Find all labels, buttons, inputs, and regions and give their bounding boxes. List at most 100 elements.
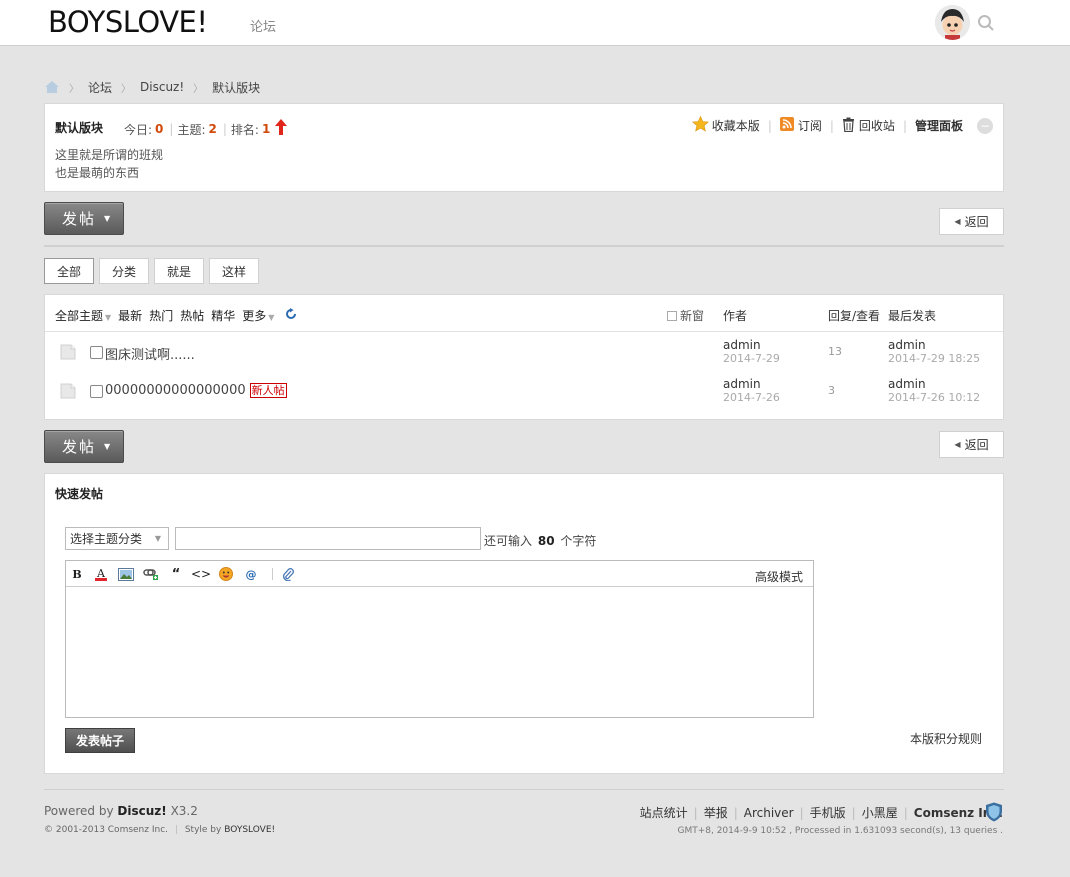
col-last-post: 最后发表 bbox=[888, 309, 937, 323]
thread-type-select[interactable]: 选择主题分类 ▼ bbox=[65, 527, 169, 550]
favorite-button[interactable]: 收藏本版 bbox=[691, 115, 760, 135]
footer-link-report[interactable]: 举报 bbox=[704, 804, 728, 821]
code-icon[interactable]: <> bbox=[191, 567, 211, 581]
footer-link-archiver[interactable]: Archiver bbox=[744, 806, 794, 820]
nav-forum-link[interactable]: 论坛 bbox=[250, 16, 276, 35]
threads-value: 2 bbox=[208, 122, 217, 136]
trash-icon bbox=[842, 117, 859, 135]
recycle-label: 回收站 bbox=[858, 119, 895, 133]
char-hint-count: 80 bbox=[537, 534, 555, 548]
post-button[interactable]: 发帖 ▼ bbox=[44, 202, 124, 235]
back-button-label: 返回 bbox=[964, 438, 989, 452]
powered-brand[interactable]: Discuz! bbox=[117, 804, 166, 818]
link-icon[interactable] bbox=[143, 567, 159, 581]
star-icon bbox=[691, 115, 712, 135]
site-logo[interactable]: BOYSLOVE! bbox=[48, 5, 208, 39]
document-icon[interactable] bbox=[60, 344, 76, 360]
avatar[interactable] bbox=[935, 5, 970, 40]
last-post-time[interactable]: 2014-7-29 18:25 bbox=[888, 352, 980, 365]
new-window-label: 新窗 bbox=[680, 309, 705, 323]
author-date: 2014-7-26 bbox=[723, 391, 780, 404]
breadcrumb-forum[interactable]: 论坛 bbox=[88, 79, 112, 96]
credit-rules-link[interactable]: 本版积分规则 bbox=[910, 730, 982, 747]
home-icon[interactable] bbox=[44, 80, 60, 94]
collapse-icon[interactable]: − bbox=[977, 117, 993, 134]
footer-divider-pipe: | bbox=[799, 805, 804, 820]
forum-info-panel: 默认版块 今日: 0 | 主题: 2 | 排名: 1 这里就是所谓的班规 也是最… bbox=[44, 103, 1004, 192]
author-date: 2014-7-29 bbox=[723, 352, 780, 365]
back-button-bottom[interactable]: ◀ 返回 bbox=[939, 431, 1004, 458]
row-checkbox[interactable] bbox=[90, 385, 103, 398]
font-color-icon[interactable]: A bbox=[93, 567, 109, 581]
filter-latest[interactable]: 最新 bbox=[118, 307, 142, 324]
advanced-mode-link[interactable]: 高级模式 bbox=[755, 568, 803, 585]
thread-author: admin 2014-7-26 bbox=[723, 378, 780, 405]
footer-link-blacklist[interactable]: 小黑屋 bbox=[862, 804, 898, 821]
forum-title: 默认版块 bbox=[55, 121, 104, 135]
footer-link-mobile[interactable]: 手机版 bbox=[810, 804, 846, 821]
breadcrumb-discuz[interactable]: Discuz! bbox=[140, 80, 184, 94]
powered-by: Powered by Discuz! X3.2 bbox=[44, 804, 198, 818]
footer-divider bbox=[44, 789, 1004, 790]
caret-down-icon: ▼ bbox=[104, 214, 111, 223]
smiley-icon[interactable] bbox=[218, 567, 234, 581]
tab-category[interactable]: 分类 bbox=[99, 258, 150, 284]
last-post-user[interactable]: admin bbox=[888, 378, 980, 391]
new-window-checkbox[interactable] bbox=[667, 310, 677, 321]
thread-title[interactable]: 图床测试啊...... bbox=[105, 344, 195, 363]
footer-divider-pipe: | bbox=[851, 805, 856, 820]
filter-hot-threads[interactable]: 热帖 bbox=[180, 307, 204, 324]
char-hint-after: 个字符 bbox=[560, 534, 597, 548]
quote-icon[interactable]: “ bbox=[168, 567, 184, 582]
author-name[interactable]: admin bbox=[723, 339, 780, 352]
submit-post-button[interactable]: 发表帖子 bbox=[65, 728, 135, 753]
chevron-down-icon: ▼ bbox=[105, 313, 112, 322]
manage-panel-button[interactable]: 管理面板 bbox=[915, 117, 963, 134]
author-name[interactable]: admin bbox=[723, 378, 780, 391]
new-window-toggle[interactable]: 新窗 bbox=[667, 307, 704, 324]
breadcrumb-separator: 〉 bbox=[121, 83, 132, 95]
shield-icon[interactable] bbox=[985, 802, 1003, 822]
tab-zheyang[interactable]: 这样 bbox=[209, 258, 260, 284]
back-arrow-icon: ◀ bbox=[954, 217, 961, 226]
search-icon[interactable] bbox=[977, 14, 995, 32]
bold-icon[interactable]: B bbox=[69, 567, 85, 581]
filter-more[interactable]: 更多 ▼ bbox=[242, 307, 274, 324]
attachment-icon[interactable] bbox=[280, 567, 296, 581]
subscribe-button[interactable]: 订阅 bbox=[779, 117, 822, 134]
footer-link-stats[interactable]: 站点统计 bbox=[640, 804, 688, 821]
refresh-icon[interactable] bbox=[285, 308, 297, 323]
powered-prefix: Powered by bbox=[44, 804, 114, 818]
post-button-bottom[interactable]: 发帖 ▼ bbox=[44, 430, 124, 463]
threads-label: 主题: bbox=[177, 122, 206, 137]
post-content-textarea[interactable] bbox=[66, 588, 813, 717]
image-icon[interactable] bbox=[118, 567, 134, 581]
style-brand[interactable]: BOYSLOVE! bbox=[224, 825, 275, 835]
post-button-label: 发帖 bbox=[62, 210, 97, 228]
back-button[interactable]: ◀ 返回 bbox=[939, 208, 1004, 235]
today-value: 0 bbox=[155, 122, 164, 136]
tab-all[interactable]: 全部 bbox=[44, 258, 95, 284]
thread-filters: 全部主题 ▼ 最新 热门 热帖 精华 更多 ▼ bbox=[55, 307, 297, 324]
footer-divider-pipe: | bbox=[693, 805, 698, 820]
subject-input[interactable] bbox=[175, 527, 481, 550]
copyright-text[interactable]: © 2001-2013 Comsenz Inc. bbox=[44, 825, 168, 835]
document-icon[interactable] bbox=[60, 383, 76, 399]
row-checkbox[interactable] bbox=[90, 346, 103, 359]
breadcrumb-board[interactable]: 默认版块 bbox=[212, 79, 260, 96]
chevron-down-icon: ▼ bbox=[154, 534, 161, 543]
category-tabs: 全部 分类 就是 这样 bbox=[44, 258, 264, 284]
filter-hot[interactable]: 热门 bbox=[149, 307, 173, 324]
server-info: GMT+8, 2014-9-9 10:52 , Processed in 1.6… bbox=[677, 826, 1003, 836]
tab-jiushi[interactable]: 就是 bbox=[154, 258, 205, 284]
last-post-user[interactable]: admin bbox=[888, 339, 980, 352]
recycle-bin-button[interactable]: 回收站 bbox=[842, 117, 895, 135]
last-post-time[interactable]: 2014-7-26 10:12 bbox=[888, 391, 980, 404]
action-divider: | bbox=[829, 118, 834, 133]
mention-icon[interactable]: @ bbox=[243, 567, 259, 581]
filter-digest[interactable]: 精华 bbox=[211, 307, 235, 324]
action-divider: | bbox=[902, 118, 907, 133]
filter-all-threads[interactable]: 全部主题 ▼ bbox=[55, 307, 111, 324]
thread-author: admin 2014-7-29 bbox=[723, 339, 780, 366]
thread-title[interactable]: 00000000000000000 bbox=[105, 383, 246, 398]
